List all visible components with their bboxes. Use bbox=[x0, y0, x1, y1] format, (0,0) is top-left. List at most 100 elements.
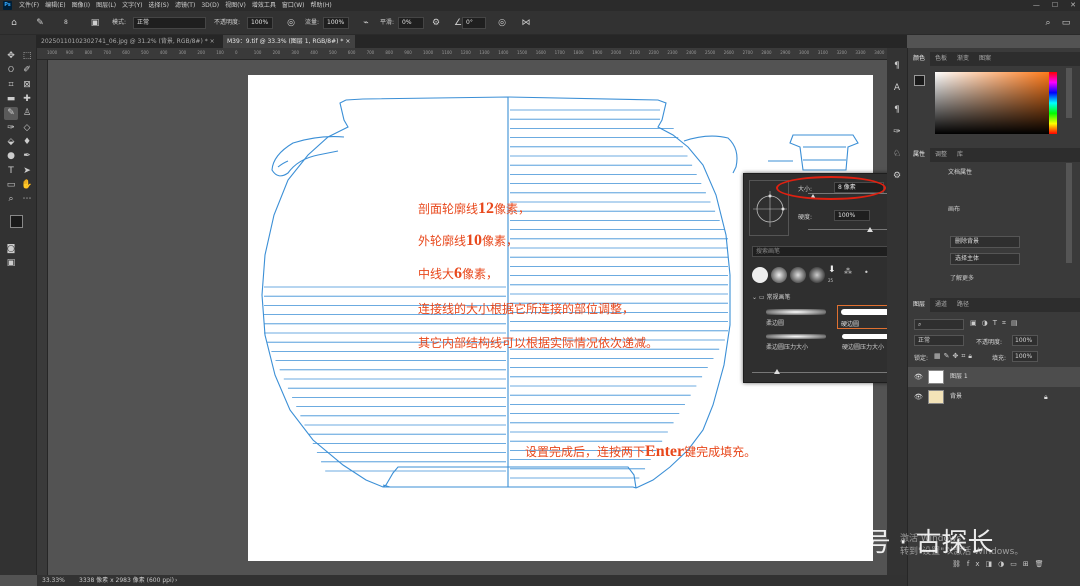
eyedropper-tool-icon[interactable]: ▬ bbox=[4, 93, 18, 106]
paint-bucket-tool-icon[interactable]: ⬙ bbox=[4, 136, 18, 149]
path-select-tool-icon[interactable]: ➤ bbox=[20, 165, 34, 178]
minimize-button[interactable]: — bbox=[1033, 0, 1040, 11]
layer-name[interactable]: 背景 bbox=[950, 387, 962, 407]
stamp-tool-icon[interactable]: ♙ bbox=[20, 107, 34, 120]
quick-mask-icon[interactable]: ◙ bbox=[4, 243, 18, 256]
blur-tool-icon[interactable]: ♦ bbox=[20, 136, 34, 149]
workspace-icon[interactable]: ▭ bbox=[1060, 17, 1072, 29]
hand-tool-icon[interactable]: ✋ bbox=[20, 179, 34, 192]
hue-slider[interactable] bbox=[1049, 72, 1057, 134]
mode-select[interactable]: 正常 bbox=[133, 17, 206, 29]
menu-item[interactable]: 图像(I) bbox=[72, 1, 90, 10]
layer-row-layer1[interactable]: 👁︎ 图层 1 bbox=[908, 367, 1080, 387]
visibility-eye-icon[interactable]: 👁︎ bbox=[914, 367, 923, 387]
tab-gradients[interactable]: 渐变 bbox=[952, 52, 974, 66]
symmetry-icon[interactable]: ⋈ bbox=[520, 17, 532, 29]
preset-soft-round[interactable]: 柔边圆 bbox=[764, 306, 832, 328]
menu-item[interactable]: 选择(S) bbox=[148, 1, 169, 10]
recent-brush-3[interactable] bbox=[790, 267, 806, 283]
color-field[interactable] bbox=[935, 72, 1049, 134]
menu-item[interactable]: 文字(Y) bbox=[122, 1, 142, 10]
home-icon[interactable]: ⌂ bbox=[8, 17, 20, 29]
tab-color[interactable]: 颜色 bbox=[908, 52, 931, 66]
brush-tool-icon[interactable]: ✎ bbox=[4, 107, 18, 120]
brush-size-preview[interactable]: 8 bbox=[64, 17, 68, 29]
screen-mode-icon[interactable]: ▣ bbox=[4, 257, 18, 270]
quick-select-tool-icon[interactable]: ✐ bbox=[20, 64, 34, 77]
layer-opacity-input[interactable]: 100% bbox=[1012, 335, 1038, 346]
menu-item[interactable]: 增效工具 bbox=[252, 1, 276, 10]
tab-paths[interactable]: 路径 bbox=[952, 298, 974, 312]
tab-document-1[interactable]: 20250110102302741_06.jpg @ 31.2% (背景, RG… bbox=[37, 35, 217, 48]
healing-tool-icon[interactable]: ✚ bbox=[20, 93, 34, 106]
layer-kind-filter[interactable]: ⌕ bbox=[914, 319, 964, 330]
preview-size-thumb[interactable] bbox=[774, 369, 780, 374]
type-tool-icon[interactable]: T bbox=[4, 165, 18, 178]
layer-row-background[interactable]: 👁︎ 背景 🔒︎ bbox=[908, 387, 1080, 407]
rectangle-tool-icon[interactable]: ▭ bbox=[4, 179, 18, 192]
tab-layers[interactable]: 图层 bbox=[908, 298, 931, 312]
visibility-eye-icon[interactable]: 👁︎ bbox=[914, 387, 923, 407]
recent-brush-5-icon[interactable]: ⬇ bbox=[828, 265, 836, 275]
preset-soft-round-pressure[interactable]: 柔边圆压力大小 bbox=[764, 332, 832, 354]
airbrush-icon[interactable]: ⌁ bbox=[360, 17, 372, 29]
layer-filter-icons[interactable]: ▣◑T⌗▤ bbox=[970, 319, 1023, 328]
select-subject-button[interactable]: 选择主体 bbox=[950, 253, 1020, 265]
menu-item[interactable]: 窗口(W) bbox=[282, 1, 305, 10]
fill-input[interactable]: 100% bbox=[1012, 351, 1038, 362]
angle-input[interactable]: 0° bbox=[462, 17, 486, 29]
zoom-tool-icon[interactable]: ⌕ bbox=[4, 193, 18, 206]
frame-tool-icon[interactable]: ⊠ bbox=[20, 79, 34, 92]
color-panel-scrollbar[interactable] bbox=[1066, 68, 1072, 118]
layer-bottom-actions[interactable]: ⛓fx◨◑▭⊞🗑︎ bbox=[952, 560, 1050, 568]
brush-group-general[interactable]: ⌄ ▭ 常规画笔 bbox=[752, 292, 791, 301]
lock-icons[interactable]: ▦✎✥⌗🔒︎ bbox=[934, 352, 975, 361]
eraser-tool-icon[interactable]: ◇ bbox=[20, 122, 34, 135]
tab-adjustments[interactable]: 调整 bbox=[930, 148, 952, 162]
smooth-input[interactable]: 0% bbox=[398, 17, 424, 29]
more-tools-icon[interactable]: ⋯ bbox=[20, 193, 34, 206]
status-menu-arrow[interactable]: › bbox=[175, 575, 177, 586]
history-panel-icon[interactable]: ¶ bbox=[890, 60, 904, 73]
menu-item[interactable]: 文件(F) bbox=[19, 1, 39, 10]
close-tab-icon[interactable]: × bbox=[345, 38, 350, 45]
tab-patterns[interactable]: 图案 bbox=[974, 52, 996, 66]
close-tab-icon[interactable]: × bbox=[210, 38, 215, 45]
tab-libraries[interactable]: 库 bbox=[952, 148, 968, 162]
hardness-input[interactable]: 100% bbox=[834, 210, 870, 221]
menu-item[interactable]: 编辑(E) bbox=[45, 1, 65, 10]
clone-source-panel-icon[interactable]: ♘ bbox=[890, 148, 904, 161]
character-panel-icon[interactable]: A bbox=[890, 82, 904, 95]
recent-brush-2[interactable] bbox=[771, 267, 787, 283]
pressure-size-icon[interactable]: ◎ bbox=[496, 17, 508, 29]
marquee-tool-icon[interactable]: ⬚ bbox=[20, 50, 34, 63]
tab-properties[interactable]: 属性 bbox=[908, 148, 931, 162]
lasso-tool-icon[interactable]: ଠ bbox=[4, 64, 18, 77]
smooth-options-gear-icon[interactable]: ⚙ bbox=[430, 17, 442, 29]
move-tool-icon[interactable]: ✥ bbox=[4, 50, 18, 63]
hardness-slider-track[interactable] bbox=[808, 229, 890, 230]
paragraph-panel-icon[interactable]: ¶ bbox=[890, 104, 904, 117]
close-button[interactable]: ✕ bbox=[1070, 0, 1076, 11]
adjust-panel-icon[interactable]: ⚙ bbox=[890, 170, 904, 183]
foreground-color-swatch[interactable] bbox=[10, 215, 23, 228]
learn-more-link[interactable]: 了解更多 bbox=[950, 273, 974, 282]
brush-settings-panel-icon[interactable]: ✑ bbox=[890, 126, 904, 139]
maximize-button[interactable]: ☐ bbox=[1052, 0, 1058, 11]
recent-brush-4[interactable] bbox=[809, 267, 825, 283]
menu-item[interactable]: 视图(V) bbox=[225, 1, 246, 10]
menu-item[interactable]: 帮助(H) bbox=[311, 1, 332, 10]
tab-channels[interactable]: 通道 bbox=[930, 298, 952, 312]
brush-tool-preset-icon[interactable]: ✎ bbox=[34, 17, 46, 29]
color-fg-swatch[interactable] bbox=[914, 75, 925, 86]
search-icon[interactable]: ⌕ bbox=[1042, 17, 1054, 29]
menu-item[interactable]: 3D(D) bbox=[201, 1, 219, 10]
recent-brush-6-icon[interactable]: ⁂ bbox=[844, 267, 852, 276]
layer-name[interactable]: 图层 1 bbox=[950, 367, 968, 387]
properties-scrollbar[interactable] bbox=[1066, 163, 1072, 263]
zoom-level[interactable]: 33.33% bbox=[42, 575, 65, 586]
menu-item[interactable]: 图层(L) bbox=[96, 1, 116, 10]
recent-brush-7-icon[interactable]: • bbox=[864, 268, 869, 277]
tab-document-2[interactable]: M39：9.tif @ 33.3% (图层 1, RGB/8#) * × bbox=[223, 35, 355, 48]
tab-swatches[interactable]: 色板 bbox=[930, 52, 952, 66]
